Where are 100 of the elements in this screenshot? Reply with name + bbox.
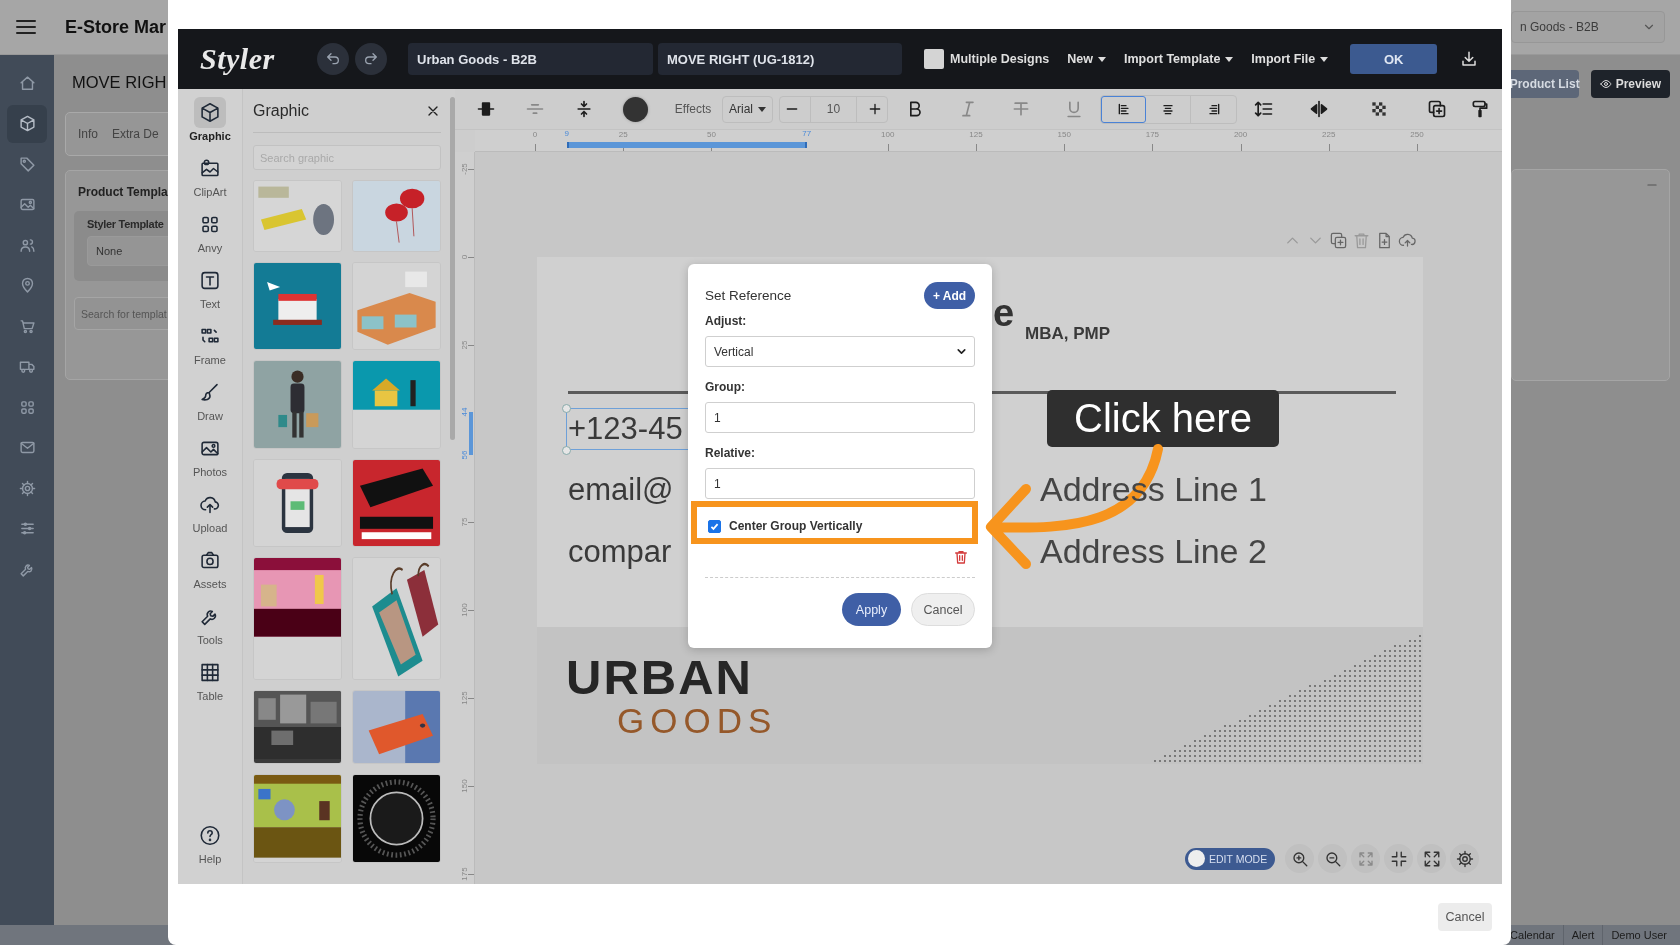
- effects-button[interactable]: Effects: [664, 102, 722, 116]
- settings-icon: [1455, 849, 1474, 868]
- rail-label: Photos: [192, 466, 228, 478]
- status-item[interactable]: Demo User: [1602, 925, 1675, 945]
- tab[interactable]: Extra De: [112, 127, 159, 141]
- rail-item[interactable]: Frame: [194, 321, 226, 377]
- paint-roller-icon[interactable]: [1470, 99, 1490, 119]
- download-icon[interactable]: [1460, 50, 1479, 68]
- ruler-label: 50: [706, 130, 716, 139]
- users-icon: [18, 236, 36, 254]
- rail-item[interactable]: Table: [194, 657, 226, 713]
- cancel-button[interactable]: Cancel: [911, 593, 975, 626]
- rail-label: Anvy: [197, 242, 223, 254]
- rail-item[interactable]: Anvy: [194, 209, 226, 265]
- design-name-field[interactable]: MOVE RIGHT (UG-1812): [658, 43, 902, 75]
- design-set-field[interactable]: Urban Goods - B2B: [408, 43, 653, 75]
- rail-item[interactable]: Tools: [194, 601, 226, 657]
- checkbox[interactable]: [708, 519, 721, 533]
- rail-item[interactable]: Upload: [192, 489, 228, 545]
- status-item[interactable]: Alert: [1562, 925, 1603, 945]
- menu-button[interactable]: New: [1067, 52, 1107, 66]
- menu-button[interactable]: Import Template: [1124, 52, 1234, 66]
- cancel-button[interactable]: Cancel: [1438, 903, 1492, 931]
- edit-mode-toggle[interactable]: EDIT MODE: [1185, 847, 1275, 870]
- settings-icon: [18, 479, 36, 497]
- trash-icon[interactable]: [953, 549, 969, 565]
- rail-label: Help: [198, 853, 222, 865]
- checkbox[interactable]: [924, 49, 944, 69]
- ruler-label: 56: [459, 449, 469, 461]
- scrollbar[interactable]: [450, 97, 455, 440]
- font-select[interactable]: Arial: [722, 95, 773, 123]
- rail-item[interactable]: Text: [194, 265, 226, 321]
- plus-icon[interactable]: [867, 101, 883, 117]
- preview-button[interactable]: Preview: [1590, 70, 1670, 98]
- styler-logo: Styler: [200, 42, 276, 76]
- menu-button[interactable]: Import File: [1251, 52, 1329, 66]
- rail-item[interactable]: Assets: [193, 545, 227, 601]
- redo-icon: [363, 51, 379, 67]
- zoom-out-icon: [1323, 849, 1342, 868]
- zoom-out-button[interactable]: [1318, 844, 1347, 873]
- transparency-icon[interactable]: [1369, 99, 1389, 119]
- rail-item[interactable]: ClipArt: [193, 153, 227, 209]
- undo-icon: [325, 51, 341, 67]
- upload-icon[interactable]: [1398, 231, 1417, 250]
- redo-button[interactable]: [355, 43, 387, 75]
- color-swatch[interactable]: [622, 96, 648, 122]
- page-title: MOVE RIGH: [71, 73, 168, 93]
- fit-screen-icon: [1356, 849, 1375, 868]
- field-label: Styler Template: [87, 218, 165, 230]
- shrink-button[interactable]: [1384, 844, 1413, 873]
- rail-item[interactable]: Graphic: [189, 97, 231, 153]
- font-size-stepper[interactable]: 10: [779, 95, 888, 123]
- design-text: MBA, PMP: [1025, 324, 1110, 344]
- rail-label: Table: [196, 690, 224, 702]
- undo-button[interactable]: [317, 43, 349, 75]
- panel-title: Graphic: [253, 101, 310, 120]
- settings-button[interactable]: [1450, 844, 1479, 873]
- font-size-field[interactable]: 10: [810, 96, 857, 122]
- add-button[interactable]: + Add: [924, 282, 975, 309]
- ruler-label: 25: [459, 339, 469, 352]
- checkbox-label: Multiple Designs: [950, 52, 1050, 66]
- rail-item[interactable]: Help: [194, 820, 226, 876]
- rail-label: Frame: [194, 354, 226, 366]
- flip-icon[interactable]: [1308, 99, 1329, 119]
- line-spacing-icon[interactable]: [1254, 99, 1274, 119]
- zoom-in-button[interactable]: [1285, 844, 1314, 873]
- ok-button[interactable]: OK: [1350, 44, 1438, 74]
- ruler-label: 150: [459, 778, 469, 795]
- ruler-label: 77: [802, 129, 812, 138]
- tag-icon: [18, 155, 36, 173]
- ruler-label: 25: [618, 130, 628, 139]
- ruler-label: 175: [459, 866, 469, 883]
- rail-item[interactable]: Photos: [192, 433, 228, 489]
- dialog-title: Set Reference: [705, 288, 792, 303]
- align-middle-icon[interactable]: [476, 99, 496, 119]
- ruler-label: 100: [459, 602, 469, 618]
- callout-label: Click here: [1047, 390, 1279, 447]
- relative-field[interactable]: 1: [705, 468, 975, 499]
- cart-icon: [18, 317, 36, 335]
- duplicate-icon[interactable]: [1427, 99, 1447, 119]
- sidebar-item[interactable]: [7, 104, 47, 143]
- field-label: Relative:: [705, 446, 757, 462]
- ruler-label: 250: [1410, 130, 1424, 139]
- apply-button[interactable]: Apply: [842, 593, 901, 626]
- store-select[interactable]: n Goods - B2B: [1511, 11, 1665, 43]
- resize-handle[interactable]: [562, 446, 571, 455]
- ruler-label: 100: [881, 130, 895, 139]
- ruler-label: 125: [459, 690, 469, 706]
- rail-label: Upload: [192, 522, 228, 534]
- ruler-label: 150: [1057, 130, 1071, 139]
- expand-button[interactable]: [1417, 844, 1446, 873]
- align-button[interactable]: [1101, 95, 1146, 123]
- adjust-select[interactable]: Vertical: [705, 336, 975, 367]
- resize-handle[interactable]: [562, 404, 571, 413]
- rail-item[interactable]: Draw: [194, 377, 226, 433]
- checkbox-label: Center Group Vertically: [729, 519, 863, 533]
- ruler-label: 9: [564, 129, 569, 138]
- group-field[interactable]: 1: [705, 402, 975, 433]
- tab[interactable]: Info: [78, 127, 98, 141]
- selection-range: [469, 412, 473, 455]
